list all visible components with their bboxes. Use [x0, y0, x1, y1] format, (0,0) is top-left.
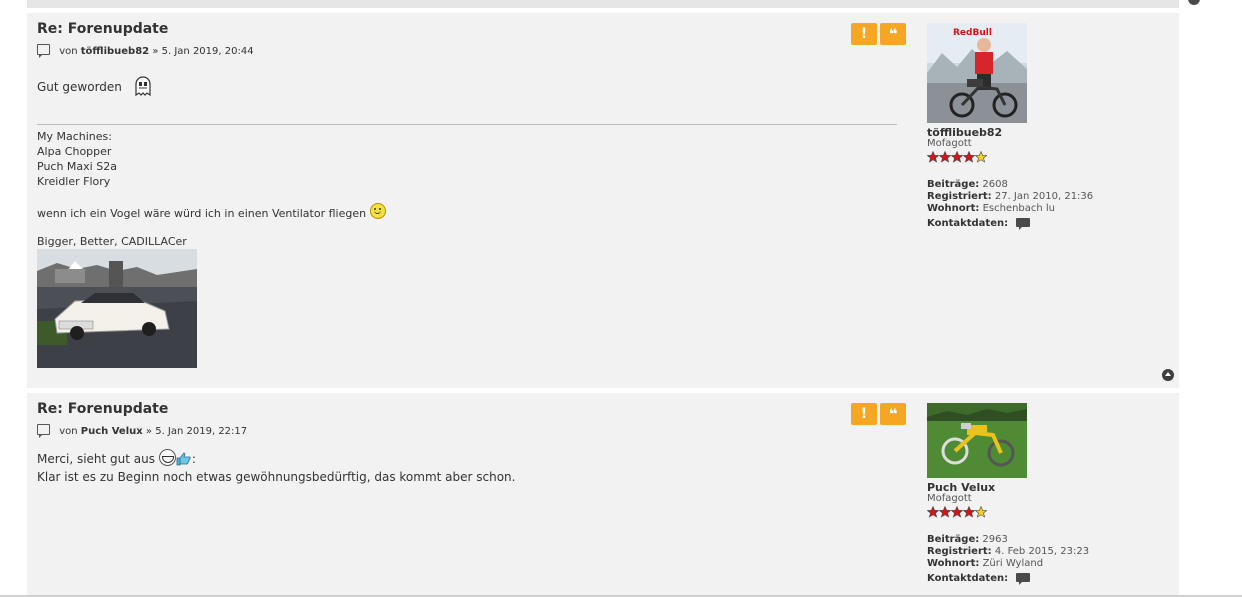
- contact-icon[interactable]: [1016, 218, 1031, 230]
- registered-label: Registriert:: [927, 191, 992, 202]
- post: Re: Forenupdate von töfflibueb82 » 5. Ja…: [27, 13, 1179, 388]
- post-text-line: Klar ist es zu Beginn noch etwas gewöhnu…: [37, 470, 516, 484]
- posts-label: Beiträge:: [927, 179, 980, 190]
- posts-label: Beiträge:: [927, 534, 980, 545]
- meta-separator: »: [152, 46, 159, 57]
- star-icon: [939, 506, 951, 518]
- profile-rank: Mofagott: [927, 493, 972, 504]
- post-meta: von Puch Velux » 5. Jan 2019, 22:17: [37, 424, 248, 438]
- contact-label: Kontaktdaten:: [927, 573, 1009, 584]
- profile-registered: Registriert: 27. Jan 2010, 21:36: [927, 191, 1093, 202]
- smiley-icon: [369, 203, 386, 219]
- avatar[interactable]: [927, 403, 1027, 478]
- star-icon: [927, 151, 939, 163]
- ghost-icon: [135, 76, 151, 96]
- profile-contact: Kontaktdaten:: [927, 218, 1031, 230]
- signature-line: Puch Maxi S2a: [37, 160, 117, 173]
- post-title[interactable]: Re: Forenupdate: [37, 401, 168, 417]
- car-photo[interactable]: [37, 249, 197, 368]
- post-text: Merci, sieht gut aus: [37, 452, 156, 466]
- signature-tagline: Bigger, Better, CADILLACer: [37, 235, 187, 248]
- location-label: Wohnort:: [927, 558, 980, 569]
- post-text: Gut geworden: [37, 80, 122, 94]
- post-date: 5. Jan 2019, 22:17: [155, 426, 248, 437]
- location-value: Eschenbach lu: [982, 203, 1056, 214]
- profile-posts: Beiträge: 2963: [927, 534, 1008, 545]
- quote-button[interactable]: ❝: [880, 23, 906, 45]
- registered-label: Registriert:: [927, 546, 992, 557]
- back-to-top-icon[interactable]: [1162, 369, 1174, 381]
- star-icon: [927, 506, 939, 518]
- star-icon: [975, 506, 987, 518]
- avatar[interactable]: RedBull: [927, 23, 1027, 123]
- profile-location: Wohnort: Züri Wyland: [927, 558, 1043, 569]
- rank-stars: [927, 506, 987, 518]
- star-icon: [951, 506, 963, 518]
- meta-separator: »: [145, 426, 153, 437]
- star-icon: [951, 151, 963, 163]
- posts-value[interactable]: 2963: [982, 534, 1007, 545]
- location-label: Wohnort:: [927, 203, 980, 214]
- rank-stars: [927, 151, 987, 163]
- report-button[interactable]: !: [851, 403, 877, 425]
- star-icon: [963, 506, 975, 518]
- post-meta: von töfflibueb82 » 5. Jan 2019, 20:44: [37, 44, 254, 58]
- posts-value[interactable]: 2608: [982, 179, 1007, 190]
- quote-button[interactable]: ❝: [880, 403, 906, 425]
- signature-line: Kreidler Flory: [37, 175, 111, 188]
- registered-value: 27. Jan 2010, 21:36: [994, 191, 1094, 202]
- previous-post-strip: [27, 0, 1200, 8]
- location-value: Züri Wyland: [982, 558, 1044, 569]
- signature-divider: [37, 124, 897, 125]
- meta-prefix: von: [59, 46, 78, 57]
- profile-location: Wohnort: Eschenbach lu: [927, 203, 1055, 214]
- post-content: Merci, sieht gut aus : Klar ist es zu Be…: [37, 449, 515, 486]
- profile-posts: Beiträge: 2608: [927, 179, 1008, 190]
- post: Re: Forenupdate von Puch Velux » 5. Jan …: [27, 393, 1179, 597]
- thumbs-up-icon: [176, 452, 191, 466]
- post-icon[interactable]: [37, 44, 50, 58]
- star-icon: [939, 151, 951, 163]
- post-date: 5. Jan 2019, 20:44: [161, 46, 254, 57]
- signature-line: My Machines:: [37, 130, 112, 143]
- meta-prefix: von: [59, 426, 78, 437]
- svg-text:RedBull: RedBull: [953, 28, 992, 38]
- post-title[interactable]: Re: Forenupdate: [37, 21, 168, 37]
- profile-registered: Registriert: 4. Feb 2015, 23:23: [927, 546, 1089, 557]
- contact-icon[interactable]: [1016, 573, 1031, 585]
- post-icon[interactable]: [37, 424, 50, 438]
- star-icon: [975, 151, 987, 163]
- post-author-link[interactable]: töfflibueb82: [81, 46, 149, 57]
- post-content: Gut geworden: [37, 76, 152, 96]
- profile-contact: Kontaktdaten:: [927, 573, 1031, 585]
- post-text-line: Merci, sieht gut aus :: [37, 449, 515, 468]
- post-author-link[interactable]: Puch Velux: [81, 426, 143, 437]
- grin-icon: [158, 449, 176, 466]
- post-text-colon: :: [191, 452, 196, 466]
- back-to-top-icon[interactable]: [1188, 0, 1200, 5]
- signature: My Machines: Alpa Chopper Puch Maxi S2a …: [37, 129, 117, 189]
- signature-quote-text: wenn ich ein Vogel wäre würd ich in eine…: [37, 207, 367, 220]
- profile-rank: Mofagott: [927, 138, 972, 149]
- contact-label: Kontaktdaten:: [927, 218, 1009, 229]
- signature-line: Alpa Chopper: [37, 145, 112, 158]
- signature-quote: wenn ich ein Vogel wäre würd ich in eine…: [37, 203, 386, 220]
- registered-value: 4. Feb 2015, 23:23: [994, 546, 1090, 557]
- report-button[interactable]: !: [851, 23, 877, 45]
- star-icon: [963, 151, 975, 163]
